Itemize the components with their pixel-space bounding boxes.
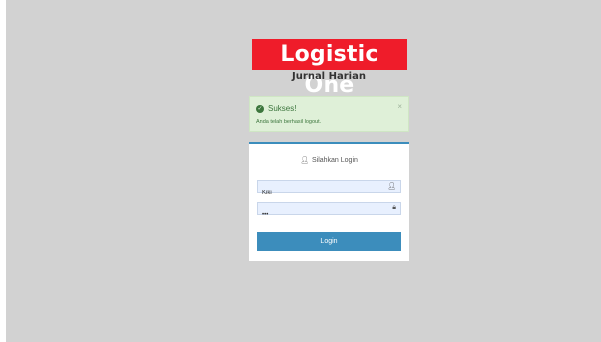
app-logo: Logistic One: [252, 39, 407, 98]
user-icon: 👤︎: [300, 157, 309, 164]
password-field[interactable]: 🔒︎: [257, 202, 401, 221]
close-icon[interactable]: ×: [397, 102, 402, 111]
user-icon: 👤︎: [387, 183, 396, 190]
check-circle-icon: ✓: [256, 104, 264, 113]
alert-title-row: ✓ Sukses!: [256, 104, 296, 113]
login-heading: 👤︎ Silahkan Login: [249, 156, 409, 164]
login-heading-text: Silahkan Login: [311, 157, 358, 164]
app-subtitle: Jurnal Harian: [292, 71, 366, 82]
username-field[interactable]: 👤︎: [257, 180, 401, 199]
page-background: Logistic One Jurnal Harian ✓ Sukses! × A…: [6, 0, 601, 342]
alert-title: Sukses!: [268, 104, 297, 113]
login-button[interactable]: Login: [257, 232, 401, 251]
success-alert: ✓ Sukses! × Anda telah berhasil logout.: [249, 96, 409, 132]
alert-message: Anda telah berhasil logout.: [256, 119, 322, 125]
password-input[interactable]: [258, 209, 382, 221]
login-panel: 👤︎Silahkan Login 👤︎ 🔒︎ Login: [249, 142, 409, 261]
lock-icon: 🔒︎: [392, 204, 396, 211]
username-input[interactable]: [258, 187, 382, 199]
